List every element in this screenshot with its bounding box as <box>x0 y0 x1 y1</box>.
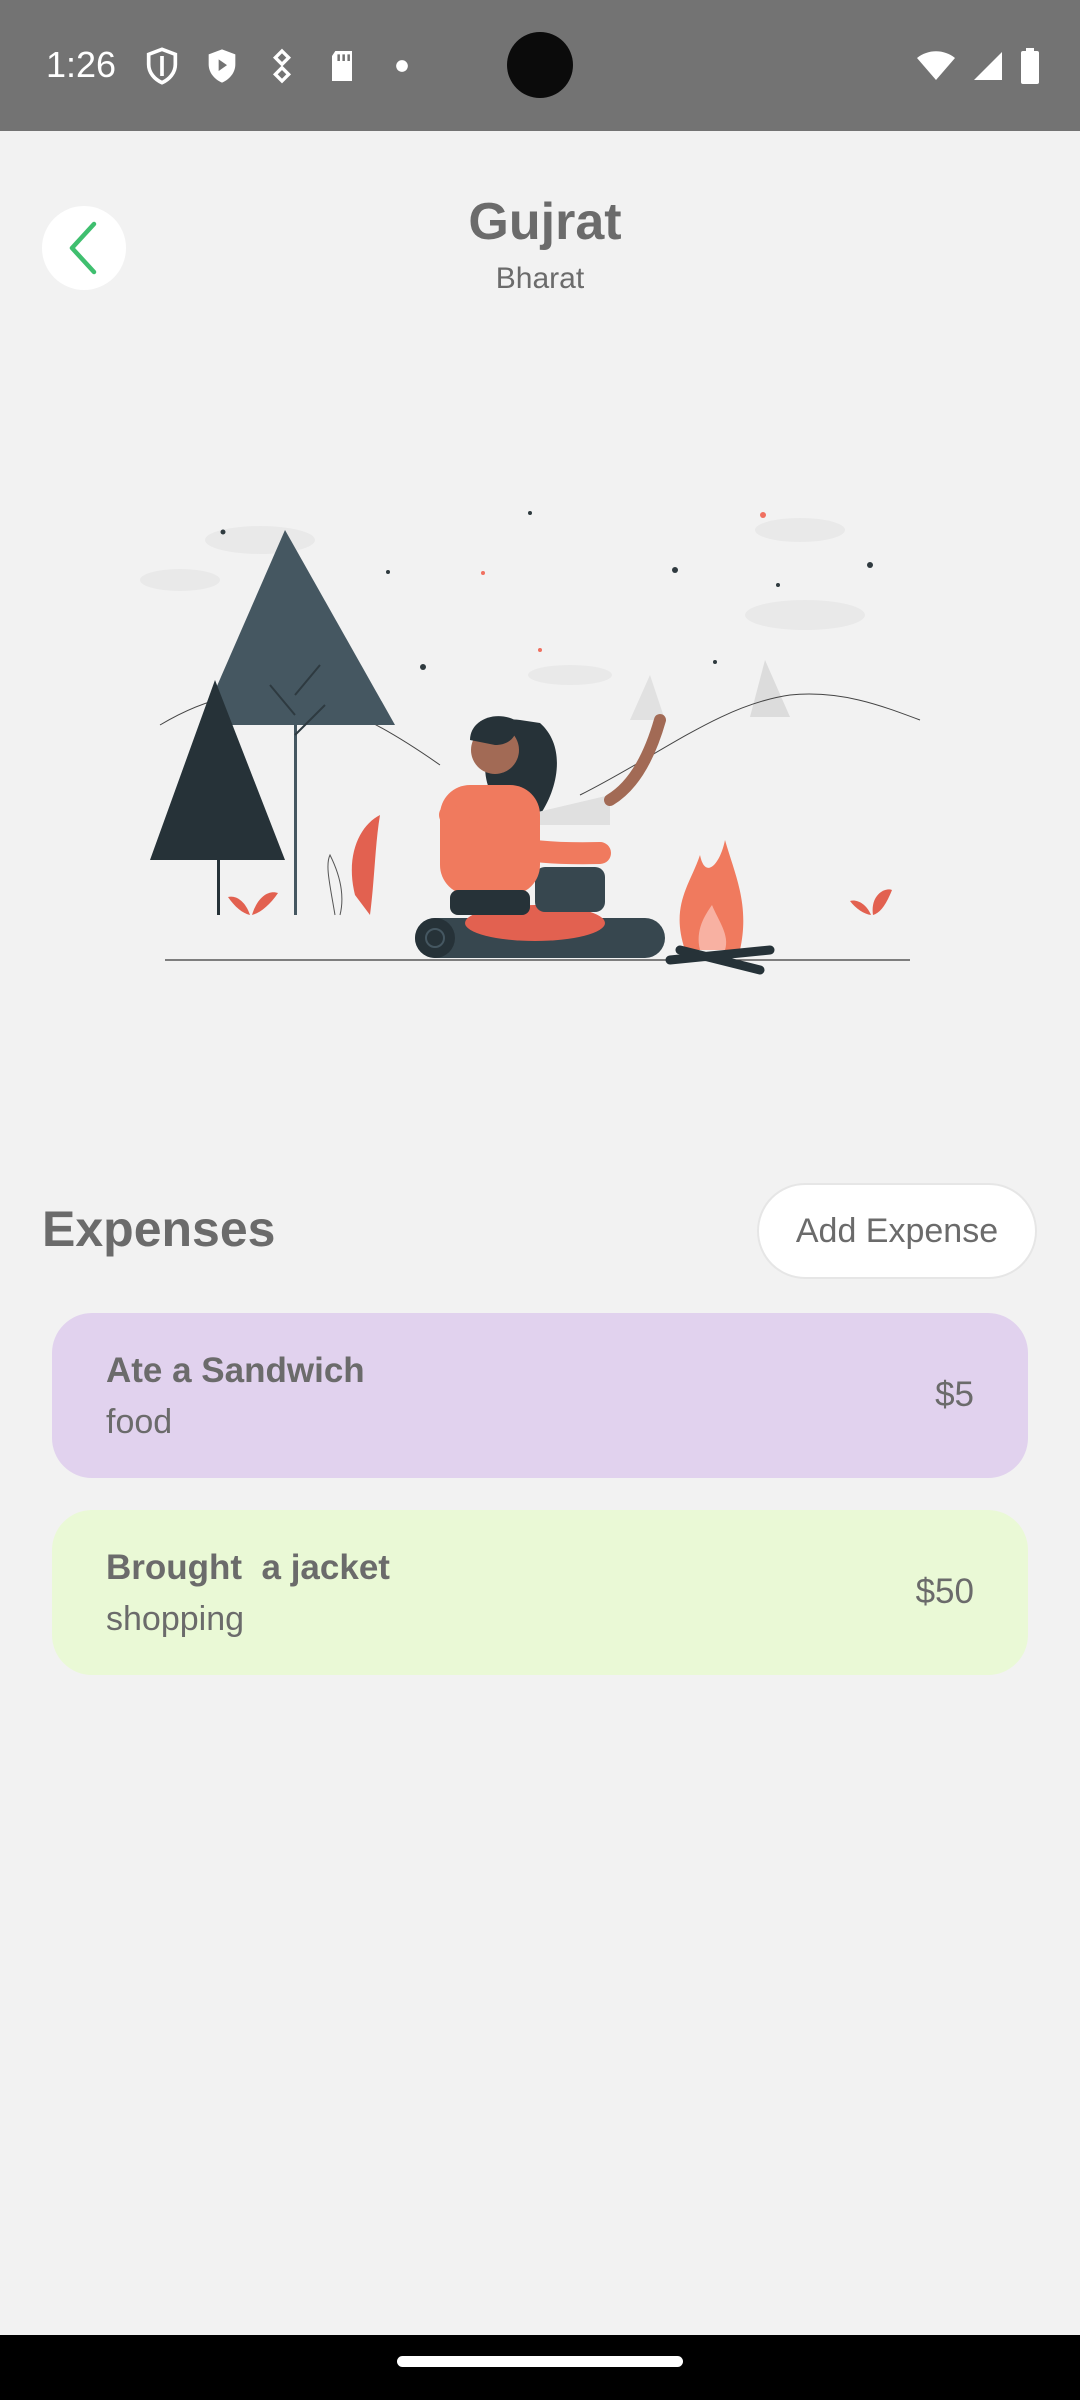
camera-cutout <box>507 32 573 98</box>
expense-card[interactable]: Ate a Sandwich food $5 <box>52 1313 1028 1478</box>
notification-icons <box>142 44 422 88</box>
system-icons <box>916 46 1040 86</box>
cell-signal-icon <box>974 52 1002 80</box>
status-bar: 1:26 <box>0 0 1080 131</box>
home-handle[interactable] <box>397 2356 683 2367</box>
status-time: 1:26 <box>46 44 117 85</box>
shield-icon <box>146 47 178 85</box>
couple <box>439 714 666 941</box>
campfire <box>665 840 775 975</box>
couple-campfire-illustration <box>140 511 921 975</box>
expense-amount: $5 <box>935 1375 974 1414</box>
pin-icon <box>272 48 292 84</box>
expense-title: Brought a jacket <box>106 1548 390 1587</box>
expense-title: Ate a Sandwich <box>106 1351 365 1390</box>
red-stars <box>481 512 766 652</box>
expenses-heading: Expenses <box>42 1201 276 1257</box>
battery-icon <box>1021 48 1039 84</box>
expense-category: shopping <box>106 1600 245 1638</box>
add-expense-button[interactable]: Add Expense <box>757 1183 1037 1279</box>
moon <box>585 555 645 621</box>
expense-amount: $50 <box>915 1572 974 1611</box>
page-title: Gujrat <box>468 193 622 251</box>
wifi-icon <box>917 51 955 80</box>
expense-category: food <box>106 1403 173 1441</box>
play-protect-icon <box>208 49 236 83</box>
expense-card[interactable]: Brought a jacket shopping $50 <box>52 1510 1028 1675</box>
page-subtitle: Bharat <box>495 262 585 295</box>
sd-card-icon <box>332 51 352 81</box>
navigation-bar <box>0 2335 1080 2400</box>
background-trees <box>630 660 790 720</box>
dot-icon <box>396 60 408 72</box>
